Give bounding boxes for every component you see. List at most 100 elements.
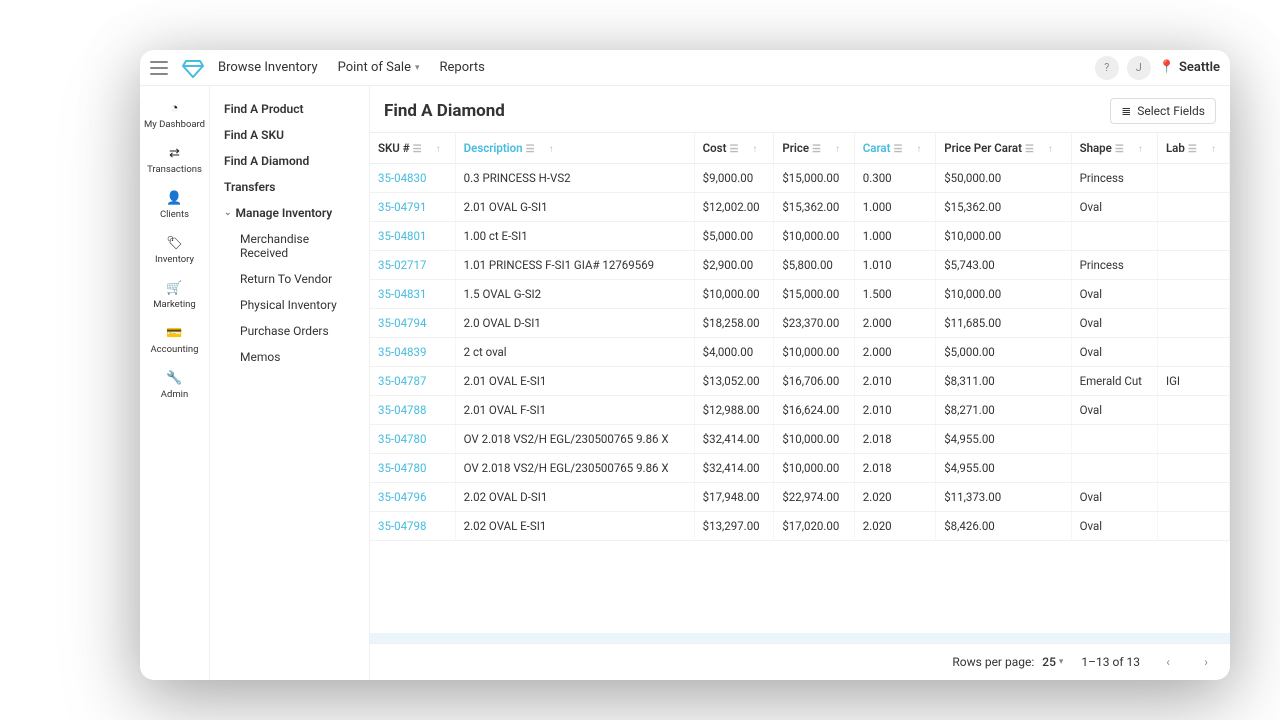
user-avatar[interactable]: J <box>1127 56 1151 80</box>
nav-browse-inventory[interactable]: Browse Inventory <box>218 60 318 75</box>
chevron-down-icon: ▾ <box>415 63 420 73</box>
cell-price: $16,624.00 <box>774 396 854 425</box>
subnav-item-physical-inventory[interactable]: Physical Inventory <box>218 292 361 318</box>
cell-shape: Oval <box>1071 512 1157 541</box>
cell-sku: 35-04831 <box>370 280 455 309</box>
sku-link[interactable]: 35-04796 <box>378 490 426 504</box>
sku-link[interactable]: 35-04780 <box>378 461 426 475</box>
column-header-carat[interactable]: Carat☰↑ <box>854 133 935 164</box>
prev-page-button[interactable]: ‹ <box>1158 652 1178 672</box>
pagination-range: 1–13 of 13 <box>1081 655 1140 669</box>
cell-sku: 35-04801 <box>370 222 455 251</box>
nav-point-of-sale[interactable]: Point of Sale▾ <box>338 60 420 75</box>
sidebar-item-label: Accounting <box>150 344 198 355</box>
cell-description: 1.5 OVAL G-SI2 <box>455 280 694 309</box>
subnav-item-find-a-product[interactable]: Find A Product <box>218 96 361 122</box>
cell-ppc: $11,685.00 <box>936 309 1071 338</box>
subnav-item-manage-inventory[interactable]: ⌄Manage Inventory <box>218 200 361 226</box>
cell-shape: Oval <box>1071 338 1157 367</box>
cell-cost: $5,000.00 <box>694 222 774 251</box>
sort-icon[interactable]: ↑ <box>1048 144 1053 155</box>
filter-icon[interactable]: ☰ <box>413 144 422 155</box>
sidebar-item-label: Inventory <box>155 254 194 265</box>
cell-price: $10,000.00 <box>774 454 854 483</box>
cell-lab <box>1157 512 1229 541</box>
sidebar-item-admin[interactable]: 🔧Admin <box>140 363 209 408</box>
sidebar-item-transactions[interactable]: ⇄Transactions <box>140 138 209 183</box>
column-header-sku[interactable]: SKU #☰↑ <box>370 133 455 164</box>
rows-per-page-selector[interactable]: 25▾ <box>1042 655 1063 669</box>
logo-icon[interactable] <box>182 58 204 78</box>
cell-carat: 1.000 <box>854 222 935 251</box>
column-header-price[interactable]: Price☰↑ <box>774 133 854 164</box>
sort-icon[interactable]: ↑ <box>916 144 921 155</box>
sku-link[interactable]: 35-04794 <box>378 316 426 330</box>
sort-icon[interactable]: ↑ <box>549 144 554 155</box>
subnav-item-return-to-vendor[interactable]: Return To Vendor <box>218 266 361 292</box>
sort-icon[interactable]: ↑ <box>1211 144 1216 155</box>
column-header-ppc[interactable]: Price Per Carat☰↑ <box>936 133 1071 164</box>
cell-price: $15,000.00 <box>774 164 854 193</box>
column-header-lab[interactable]: Lab☰↑ <box>1157 133 1229 164</box>
sku-link[interactable]: 35-04801 <box>378 229 426 243</box>
filter-icon[interactable]: ☰ <box>1025 144 1034 155</box>
subnav-item-merchandise-received[interactable]: Merchandise Received <box>218 226 361 266</box>
filter-icon[interactable]: ☰ <box>526 144 535 155</box>
select-fields-button[interactable]: ≣ Select Fields <box>1110 98 1216 124</box>
sku-link[interactable]: 35-04839 <box>378 345 426 359</box>
cell-sku: 35-02717 <box>370 251 455 280</box>
cell-sku: 35-04787 <box>370 367 455 396</box>
table-row: 35-048311.5 OVAL G-SI2$10,000.00$15,000.… <box>370 280 1230 309</box>
subnav-item-purchase-orders[interactable]: Purchase Orders <box>218 318 361 344</box>
filter-icon[interactable]: ☰ <box>1115 144 1124 155</box>
sidebar-icon: ⇄ <box>169 146 180 161</box>
cell-sku: 35-04796 <box>370 483 455 512</box>
sku-link[interactable]: 35-02717 <box>378 258 426 272</box>
sort-icon[interactable]: ↑ <box>752 144 757 155</box>
subnav-item-transfers[interactable]: Transfers <box>218 174 361 200</box>
next-page-button[interactable]: › <box>1196 652 1216 672</box>
sidebar-item-clients[interactable]: 👤Clients <box>140 183 209 228</box>
location-selector[interactable]: 📍 Seattle <box>1159 60 1220 75</box>
column-header-description[interactable]: Description☰↑ <box>455 133 694 164</box>
cell-carat: 1.500 <box>854 280 935 309</box>
sort-icon[interactable]: ↑ <box>835 144 840 155</box>
cell-shape: Oval <box>1071 193 1157 222</box>
sku-link[interactable]: 35-04780 <box>378 432 426 446</box>
column-header-shape[interactable]: Shape☰↑ <box>1071 133 1157 164</box>
help-button[interactable]: ? <box>1095 56 1119 80</box>
table-row: 35-047962.02 OVAL D-SI1$17,948.00$22,974… <box>370 483 1230 512</box>
subnav-item-memos[interactable]: Memos <box>218 344 361 370</box>
nav-reports[interactable]: Reports <box>440 60 485 75</box>
filter-icon[interactable]: ☰ <box>729 144 738 155</box>
subnav-item-find-a-diamond[interactable]: Find A Diamond <box>218 148 361 174</box>
cell-ppc: $15,362.00 <box>936 193 1071 222</box>
sku-link[interactable]: 35-04831 <box>378 287 426 301</box>
cell-sku: 35-04830 <box>370 164 455 193</box>
filter-icon[interactable]: ☰ <box>812 144 821 155</box>
subnav-item-find-a-sku[interactable]: Find A SKU <box>218 122 361 148</box>
cell-shape: Oval <box>1071 483 1157 512</box>
sidebar-item-accounting[interactable]: 💳Accounting <box>140 318 209 363</box>
sku-link[interactable]: 35-04787 <box>378 374 426 388</box>
filter-icon[interactable]: ☰ <box>893 144 902 155</box>
column-header-cost[interactable]: Cost☰↑ <box>694 133 774 164</box>
topbar: Browse Inventory Point of Sale▾ Reports … <box>140 50 1230 86</box>
sidebar-item-inventory[interactable]: 🏷Inventory <box>140 228 209 273</box>
sidebar-item-my-dashboard[interactable]: ◔My Dashboard <box>140 92 209 138</box>
sku-link[interactable]: 35-04788 <box>378 403 426 417</box>
sku-link[interactable]: 35-04798 <box>378 519 426 533</box>
sku-link[interactable]: 35-04791 <box>378 200 426 214</box>
cell-lab: IGI <box>1157 367 1229 396</box>
sort-icon[interactable]: ↑ <box>1138 144 1143 155</box>
menu-icon[interactable] <box>150 61 168 75</box>
cell-shape: Oval <box>1071 280 1157 309</box>
sidebar-icon: ◔ <box>171 100 179 116</box>
sidebar-item-marketing[interactable]: 🛒Marketing <box>140 273 209 318</box>
sku-link[interactable]: 35-04830 <box>378 171 426 185</box>
filter-icon[interactable]: ☰ <box>1188 144 1197 155</box>
cell-description: 0.3 PRINCESS H-VS2 <box>455 164 694 193</box>
cell-carat: 2.010 <box>854 396 935 425</box>
cell-carat: 2.018 <box>854 425 935 454</box>
sort-icon[interactable]: ↑ <box>436 144 441 155</box>
